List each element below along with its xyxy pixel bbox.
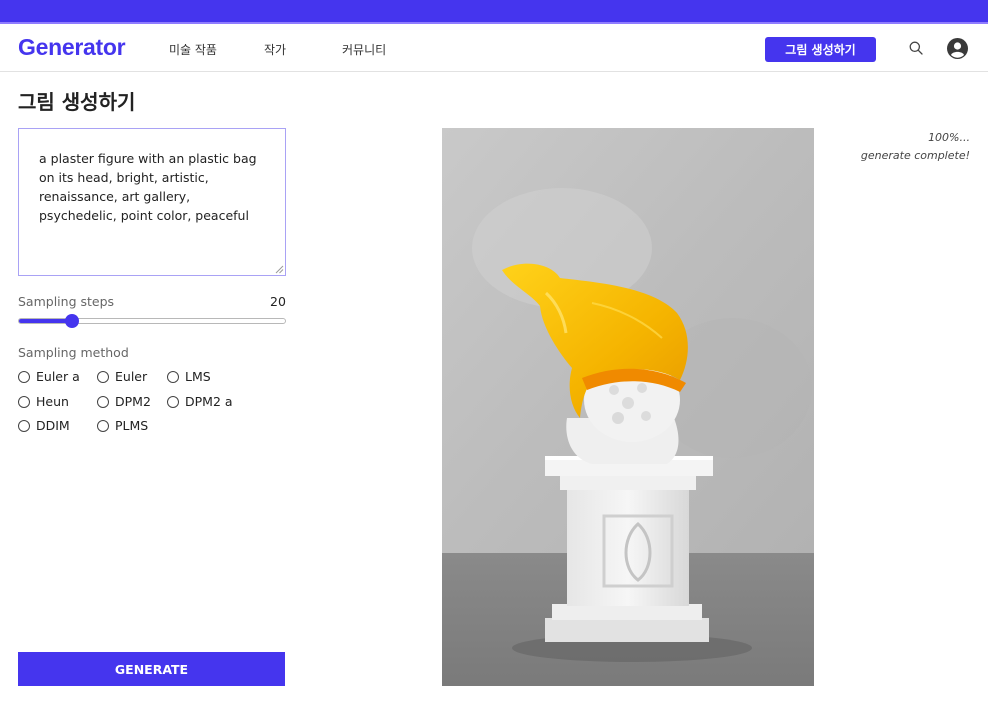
radio-lms[interactable]: LMS xyxy=(167,369,211,384)
sampling-steps-value: 20 xyxy=(270,294,286,309)
generated-image xyxy=(442,128,814,686)
radio-circle-icon[interactable] xyxy=(167,370,179,383)
navbar: Generator 미술 작품 작가 커뮤니티 그림 생성하기 xyxy=(0,24,988,72)
radio-dpm2[interactable]: DPM2 xyxy=(97,394,151,409)
radio-circle-icon[interactable] xyxy=(18,370,30,383)
prompt-input[interactable]: a plaster figure with an plastic bag on … xyxy=(18,128,286,276)
radio-dpm2-a[interactable]: DPM2 a xyxy=(167,394,233,409)
search-icon[interactable] xyxy=(908,40,924,56)
radio-circle-icon[interactable] xyxy=(97,395,109,408)
nav-artworks[interactable]: 미술 작품 xyxy=(169,41,217,58)
sampling-steps-label: Sampling steps xyxy=(18,294,115,309)
radio-label: PLMS xyxy=(115,418,149,433)
radio-circle-icon[interactable] xyxy=(18,419,30,432)
radio-euler-a[interactable]: Euler a xyxy=(18,369,80,384)
radio-label: DPM2 xyxy=(115,394,151,409)
progress-text: 100%... xyxy=(928,131,970,144)
sampling-method-label: Sampling method xyxy=(18,345,129,360)
top-accent-bar xyxy=(0,0,988,22)
radio-label: DPM2 a xyxy=(185,394,233,409)
radio-circle-icon[interactable] xyxy=(97,419,109,432)
slider-thumb[interactable] xyxy=(65,314,80,328)
radio-label: Heun xyxy=(36,394,69,409)
sampling-steps-slider[interactable] xyxy=(18,314,286,328)
radio-heun[interactable]: Heun xyxy=(18,394,69,409)
nav-community[interactable]: 커뮤니티 xyxy=(342,41,386,58)
generate-button[interactable]: GENERATE xyxy=(18,652,285,686)
radio-circle-icon[interactable] xyxy=(18,395,30,408)
radio-label: Euler xyxy=(115,369,148,384)
page-title: 그림 생성하기 xyxy=(18,90,136,114)
user-circle-icon[interactable] xyxy=(947,38,968,59)
radio-label: Euler a xyxy=(36,369,80,384)
radio-label: DDIM xyxy=(36,418,70,433)
radio-euler[interactable]: Euler xyxy=(97,369,147,384)
radio-circle-icon[interactable] xyxy=(97,370,109,383)
status-message: generate complete! xyxy=(860,149,970,162)
radio-label: LMS xyxy=(185,369,211,384)
nav-artists[interactable]: 작가 xyxy=(264,41,286,58)
radio-circle-icon[interactable] xyxy=(167,395,179,408)
logo[interactable]: Generator xyxy=(18,34,126,61)
radio-plms[interactable]: PLMS xyxy=(97,418,148,433)
radio-ddim[interactable]: DDIM xyxy=(18,418,70,433)
create-image-button[interactable]: 그림 생성하기 xyxy=(765,37,876,62)
resize-handle-icon[interactable] xyxy=(275,265,284,274)
